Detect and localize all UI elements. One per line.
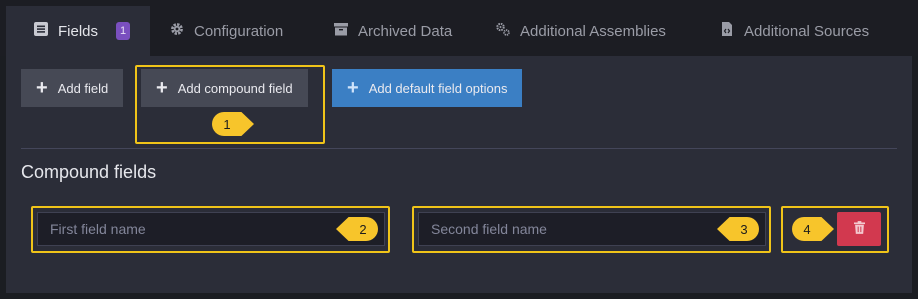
tab-additional-sources-label: Additional Sources: [744, 22, 870, 40]
tab-configuration-label: Configuration: [194, 22, 284, 40]
tab-configuration[interactable]: Configuration: [170, 6, 283, 56]
tab-fields[interactable]: Fields 1: [6, 6, 150, 56]
fields-panel: + Add field + Add compound field 1 + Add…: [6, 56, 912, 293]
first-field-name-input[interactable]: [37, 212, 385, 246]
tab-bar: Fields 1 Configuration Archived Data Add…: [0, 0, 918, 56]
tab-additional-assemblies[interactable]: Additional Assemblies: [496, 6, 666, 56]
list-icon: [34, 22, 48, 40]
plus-icon: +: [347, 77, 359, 99]
tab-additional-assemblies-label: Additional Assemblies: [520, 22, 666, 40]
add-field-label: Add field: [57, 80, 109, 96]
tab-archived-data[interactable]: Archived Data: [334, 6, 452, 56]
delete-compound-field-button[interactable]: [837, 212, 881, 246]
add-default-field-options-button[interactable]: + Add default field options: [332, 69, 523, 107]
tab-fields-label: Fields: [58, 22, 99, 40]
add-field-button[interactable]: + Add field: [21, 69, 124, 107]
gear-icon: [170, 22, 184, 40]
plus-icon: +: [156, 77, 168, 99]
plus-icon: +: [36, 77, 48, 99]
section-divider: [21, 148, 897, 149]
gears-icon: [496, 22, 510, 40]
section-title: Compound fields: [21, 162, 157, 182]
archive-icon: [334, 22, 348, 40]
second-field-name-input[interactable]: [418, 212, 766, 246]
add-compound-field-label: Add compound field: [177, 80, 293, 96]
add-default-field-options-label: Add default field options: [368, 80, 508, 96]
tab-additional-sources[interactable]: Additional Sources: [720, 6, 869, 56]
add-compound-field-button[interactable]: + Add compound field: [141, 69, 308, 107]
file-code-icon: [720, 22, 734, 40]
tab-archived-data-label: Archived Data: [358, 22, 453, 40]
trash-icon: [853, 221, 865, 237]
fields-count-badge: 1: [116, 22, 130, 40]
